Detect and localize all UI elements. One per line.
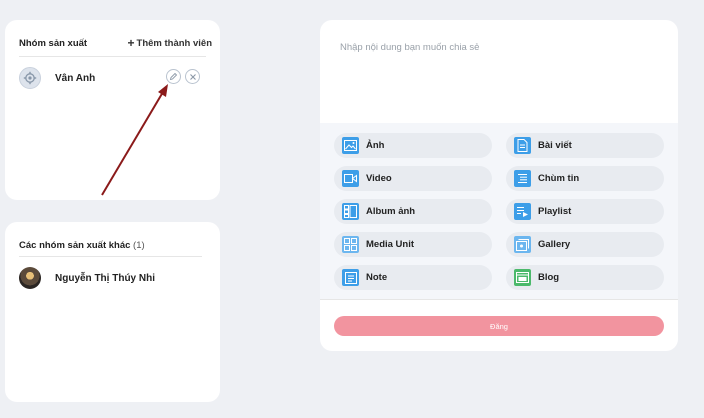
avatar: [19, 267, 41, 289]
media-unit-button[interactable]: Media Unit: [334, 232, 492, 257]
post-content-input[interactable]: Nhập nội dung bạn muốn chia sẻ: [340, 42, 658, 120]
plus-icon: +: [127, 36, 135, 50]
playlist-icon: [514, 203, 531, 220]
avatar: [19, 67, 41, 89]
news-cluster-icon: [514, 170, 531, 187]
blog-label: Blog: [538, 272, 560, 283]
post-submit-button[interactable]: Đăng: [334, 316, 664, 336]
production-group-header: Nhóm sản xuất + Thêm thành viên: [19, 32, 212, 54]
media-unit-icon: [342, 236, 359, 253]
video-icon: [342, 170, 359, 187]
blog-button[interactable]: Blog: [506, 265, 664, 290]
note-icon: [342, 269, 359, 286]
video-button[interactable]: Video: [334, 166, 492, 191]
header-divider: [19, 56, 206, 57]
gallery-icon: [514, 236, 531, 253]
header-divider: [19, 256, 202, 257]
other-groups-count: (1): [133, 239, 145, 251]
member-row: Vân Anh: [19, 67, 95, 89]
album-label: Album ảnh: [366, 206, 416, 217]
image-button[interactable]: Ảnh: [334, 133, 492, 158]
blog-icon: [514, 269, 531, 286]
gallery-label: Gallery: [538, 239, 571, 250]
image-icon: [342, 137, 359, 154]
article-icon: [514, 137, 531, 154]
other-groups-title: Các nhóm sản xuất khác (1): [19, 240, 145, 251]
edit-member-button[interactable]: [166, 69, 181, 84]
remove-member-button[interactable]: [185, 69, 200, 84]
member-name: Nguyễn Thị Thúy Nhi: [55, 272, 155, 284]
album-button[interactable]: Album ảnh: [334, 199, 492, 224]
footer-divider: [320, 299, 678, 300]
news-cluster-label: Chùm tin: [538, 173, 580, 184]
note-label: Note: [366, 272, 388, 283]
gear-icon: [23, 71, 37, 85]
other-groups-title-text: Các nhóm sản xuất khác: [19, 239, 131, 251]
media-unit-label: Media Unit: [366, 239, 415, 250]
member-row[interactable]: Nguyễn Thị Thúy Nhi: [19, 267, 155, 289]
media-options-panel: Ảnh Bài viết Video Chùm tin Album ảnh Pl…: [320, 123, 678, 299]
image-label: Ảnh: [366, 140, 385, 151]
other-groups-header: Các nhóm sản xuất khác (1): [19, 234, 212, 256]
other-groups-card: Các nhóm sản xuất khác (1) Nguyễn Thị Th…: [5, 222, 220, 402]
article-button[interactable]: Bài viết: [506, 133, 664, 158]
production-group-title: Nhóm sản xuất: [19, 37, 88, 49]
video-label: Video: [366, 173, 392, 184]
close-icon: [189, 73, 196, 80]
edit-icon: [169, 72, 178, 81]
member-name: Vân Anh: [55, 72, 96, 84]
playlist-label: Playlist: [538, 206, 572, 217]
article-label: Bài viết: [538, 140, 572, 151]
note-button[interactable]: Note: [334, 265, 492, 290]
add-member-button[interactable]: + Thêm thành viên: [128, 36, 213, 50]
news-cluster-button[interactable]: Chùm tin: [506, 166, 664, 191]
gallery-button[interactable]: Gallery: [506, 232, 664, 257]
album-icon: [342, 203, 359, 220]
add-member-label: Thêm thành viên: [136, 37, 212, 49]
production-group-card: Nhóm sản xuất + Thêm thành viên Vân Anh: [5, 20, 220, 200]
post-composer-card: Nhập nội dung bạn muốn chia sẻ Ảnh Bài v…: [320, 20, 678, 351]
playlist-button[interactable]: Playlist: [506, 199, 664, 224]
